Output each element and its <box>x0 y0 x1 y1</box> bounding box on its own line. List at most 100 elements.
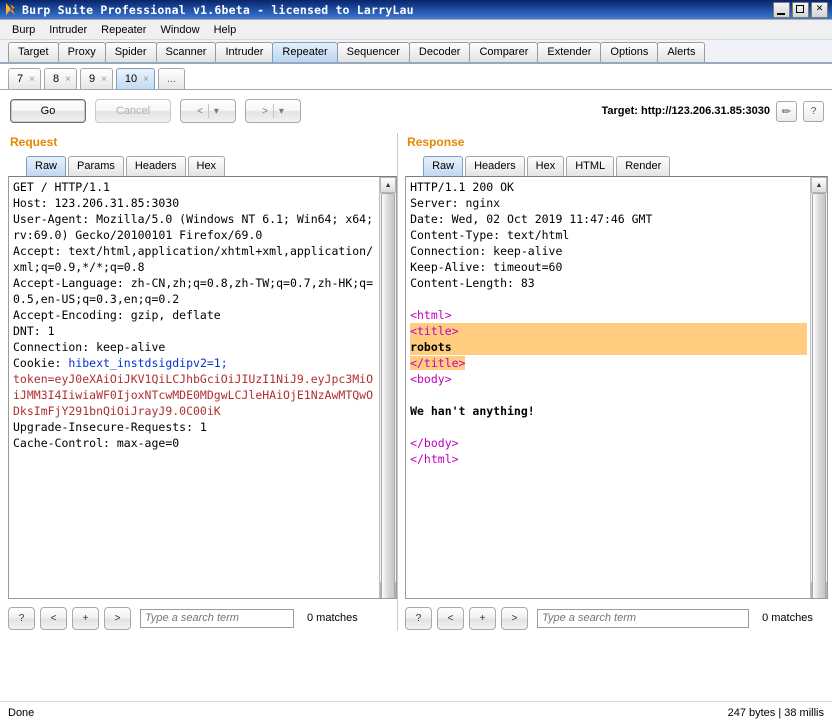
request-pane: Request Raw Params Headers Hex GET / HTT… <box>4 127 398 633</box>
minimize-button[interactable] <box>773 1 790 18</box>
html-open-tag: <html> <box>410 308 452 322</box>
repeater-tab-more[interactable]: ... <box>158 68 186 89</box>
response-line: Connection: keep-alive <box>410 244 563 258</box>
help-button[interactable]: ? <box>803 100 824 122</box>
repeater-tab-8[interactable]: 8 × <box>43 68 77 89</box>
tab-comparer[interactable]: Comparer <box>469 42 539 62</box>
request-search-next-button[interactable]: > <box>104 606 131 630</box>
request-scrollbar[interactable]: ▲ ▼ <box>379 177 397 598</box>
tab-extender[interactable]: Extender <box>537 42 602 62</box>
request-tab-raw[interactable]: Raw <box>26 156 67 176</box>
response-pane: Response Raw Headers Hex HTML Render HTT… <box>405 127 829 633</box>
tab-decoder[interactable]: Decoder <box>408 42 471 62</box>
scroll-up-icon[interactable]: ▲ <box>380 177 397 193</box>
response-tab-headers[interactable]: Headers <box>465 156 525 176</box>
maximize-button[interactable] <box>792 1 809 18</box>
response-line: Server: nginx <box>410 196 501 210</box>
close-icon[interactable]: × <box>29 70 35 89</box>
request-editor-wrap: GET / HTTP/1.1 Host: 123.206.31.85:3030 … <box>8 176 398 599</box>
response-line: HTTP/1.1 200 OK <box>410 180 514 194</box>
request-search-help-button[interactable]: ? <box>8 606 35 630</box>
menu-item-help[interactable]: Help <box>208 22 243 38</box>
close-icon[interactable]: × <box>101 70 107 89</box>
response-line: Content-Type: text/html <box>410 228 570 242</box>
repeater-tab-label: 8 <box>52 72 60 85</box>
request-line: Accept-Encoding: gzip, deflate <box>13 308 221 322</box>
window-titlebar: Burp Suite Professional v1.6beta - licen… <box>0 0 832 20</box>
request-response-panes: Request Raw Params Headers Hex GET / HTT… <box>0 127 832 633</box>
repeater-tab-7[interactable]: 7 × <box>8 68 41 89</box>
cancel-button[interactable]: Cancel <box>95 99 171 123</box>
menu-item-intruder[interactable]: Intruder <box>43 22 93 38</box>
tab-scanner[interactable]: Scanner <box>155 42 217 62</box>
cookie-token-value: token=eyJ0eXAiOiJKV1QiLCJhbGciOiJIUzI1Ni… <box>13 372 374 418</box>
html-close-tag: </html> <box>410 452 459 466</box>
scroll-track[interactable] <box>380 193 397 598</box>
target-area: Target: http://123.206.31.85:3030 ✎ ? <box>601 100 824 122</box>
response-search-input[interactable] <box>537 608 750 628</box>
request-search-bar: ? < + > 0 matches <box>8 599 397 633</box>
body-close-tag: </body> <box>410 436 459 450</box>
request-line: Cache-Control: max-age=0 <box>13 436 180 450</box>
tab-sequencer[interactable]: Sequencer <box>336 42 410 62</box>
response-tab-raw[interactable]: Raw <box>423 156 464 176</box>
request-editor[interactable]: GET / HTTP/1.1 Host: 123.206.31.85:3030 … <box>9 177 379 598</box>
close-icon: ✕ <box>815 3 824 14</box>
tab-spider[interactable]: Spider <box>104 42 157 62</box>
response-search-help-button[interactable]: ? <box>405 606 433 630</box>
status-bar: Done 247 bytes | 38 millis <box>0 701 832 724</box>
response-tab-bar: Raw Headers Hex HTML Render <box>405 155 828 176</box>
response-line: Keep-Alive: timeout=60 <box>410 260 563 274</box>
tab-intruder[interactable]: Intruder <box>215 42 274 62</box>
forward-button[interactable]: > ▾ <box>245 99 301 123</box>
close-icon[interactable]: × <box>65 70 71 89</box>
pane-divider[interactable] <box>397 127 405 633</box>
response-search-prev-button[interactable]: < <box>437 606 465 630</box>
response-line: Date: Wed, 02 Oct 2019 11:47:46 GMT <box>410 212 653 226</box>
main-tab-bar: Target Proxy Spider Scanner Intruder Rep… <box>0 40 832 64</box>
tab-target[interactable]: Target <box>8 42 59 62</box>
close-button[interactable]: ✕ <box>811 1 828 18</box>
response-editor-wrap: HTTP/1.1 200 OK Server: nginx Date: Wed,… <box>405 176 829 599</box>
request-line: Connection: keep-alive <box>13 340 166 354</box>
cookie-prefix: Cookie: <box>13 356 69 370</box>
request-search-input[interactable] <box>140 608 294 628</box>
request-tab-params[interactable]: Params <box>68 156 124 176</box>
title-open-tag: <title> <box>410 324 459 338</box>
menu-item-repeater[interactable]: Repeater <box>95 22 152 38</box>
chevron-right-icon: > <box>262 105 268 117</box>
request-search-prev-button[interactable]: < <box>40 606 67 630</box>
scroll-thumb[interactable] <box>381 193 396 598</box>
edit-target-button[interactable]: ✎ <box>776 100 797 122</box>
response-tab-render[interactable]: Render <box>616 156 671 176</box>
response-editor[interactable]: HTTP/1.1 200 OK Server: nginx Date: Wed,… <box>406 177 810 598</box>
response-tab-hex[interactable]: Hex <box>526 156 565 176</box>
tab-repeater[interactable]: Repeater <box>272 42 338 62</box>
menu-item-burp[interactable]: Burp <box>6 22 41 38</box>
back-button[interactable]: < ▾ <box>180 99 236 123</box>
window-title: Burp Suite Professional v1.6beta - licen… <box>22 2 414 17</box>
request-search-add-button[interactable]: + <box>72 606 99 630</box>
request-tab-hex[interactable]: Hex <box>187 156 226 176</box>
tab-options[interactable]: Options <box>600 42 659 62</box>
menu-item-window[interactable]: Window <box>154 22 205 38</box>
repeater-tab-10[interactable]: 10 × <box>115 68 155 89</box>
tab-proxy[interactable]: Proxy <box>57 42 106 62</box>
title-text: robots <box>410 339 808 355</box>
burp-icon <box>4 2 19 17</box>
close-icon[interactable]: × <box>143 70 149 89</box>
repeater-tab-bar: 7 × 8 × 9 × 10 × ... <box>0 64 832 90</box>
go-button[interactable]: Go <box>10 99 86 123</box>
scroll-up-icon[interactable]: ▲ <box>811 177 828 193</box>
scroll-thumb[interactable] <box>812 193 827 598</box>
response-search-add-button[interactable]: + <box>469 606 497 630</box>
scroll-track[interactable] <box>811 193 828 598</box>
request-line: DNT: 1 <box>13 324 55 338</box>
response-scrollbar[interactable]: ▲ ▼ <box>810 177 828 598</box>
request-tab-headers[interactable]: Headers <box>125 156 186 176</box>
response-search-next-button[interactable]: > <box>501 606 529 630</box>
repeater-tab-label: 7 <box>17 72 24 85</box>
tab-alerts[interactable]: Alerts <box>657 42 706 62</box>
repeater-tab-9[interactable]: 9 × <box>79 68 113 89</box>
response-tab-html[interactable]: HTML <box>566 156 615 176</box>
